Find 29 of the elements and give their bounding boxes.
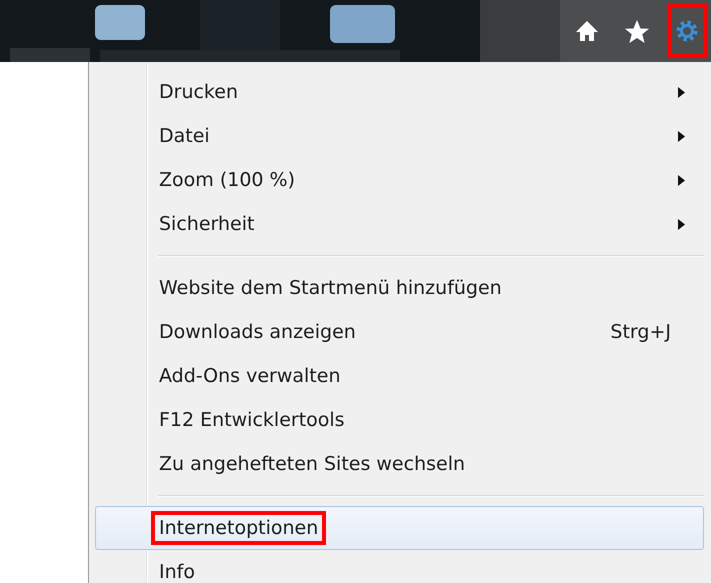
menu-item[interactable]: Internetoptionen — [95, 506, 704, 550]
menu-item[interactable]: Datei — [95, 114, 704, 158]
menu-item[interactable]: Downloads anzeigen Strg+J — [95, 310, 704, 354]
menu-item-label: Drucken — [158, 80, 239, 105]
home-icon[interactable] — [575, 20, 599, 42]
menu-item-label: Add-Ons verwalten — [158, 364, 342, 389]
menu-item[interactable]: Drucken — [95, 70, 704, 114]
menu-item-label: Website dem Startmenü hinzufügen — [158, 276, 503, 301]
menu-item-label: Zoom (100 %) — [158, 168, 296, 193]
menu-item[interactable]: Sicherheit — [95, 202, 704, 246]
submenu-arrow-icon — [678, 174, 685, 186]
submenu-arrow-icon — [678, 86, 685, 98]
shortcut-label: Strg+J — [610, 321, 671, 343]
menu-item[interactable]: F12 Entwicklertools — [95, 398, 704, 442]
menu-item-label: Zu angehefteten Sites wechseln — [158, 452, 466, 477]
submenu-arrow-icon — [678, 130, 685, 142]
star-icon[interactable] — [624, 18, 650, 44]
menu-item[interactable]: Website dem Startmenü hinzufügen — [95, 266, 704, 310]
menu-item-label: Downloads anzeigen — [158, 320, 357, 345]
submenu-arrow-icon — [678, 218, 685, 230]
menu-item-label: Sicherheit — [158, 212, 256, 237]
menu-item-label: F12 Entwicklertools — [158, 408, 346, 433]
menu-item[interactable]: Zoom (100 %) — [95, 158, 704, 202]
menu-item-label: Info — [158, 560, 196, 583]
menu-item-label: Internetoptionen — [151, 511, 326, 545]
menu-item[interactable]: Add-Ons verwalten — [95, 354, 704, 398]
menu-item[interactable]: Zu angehefteten Sites wechseln — [95, 442, 704, 486]
menu-item[interactable]: Info — [95, 550, 704, 583]
menu-item-label: Datei — [158, 124, 211, 149]
